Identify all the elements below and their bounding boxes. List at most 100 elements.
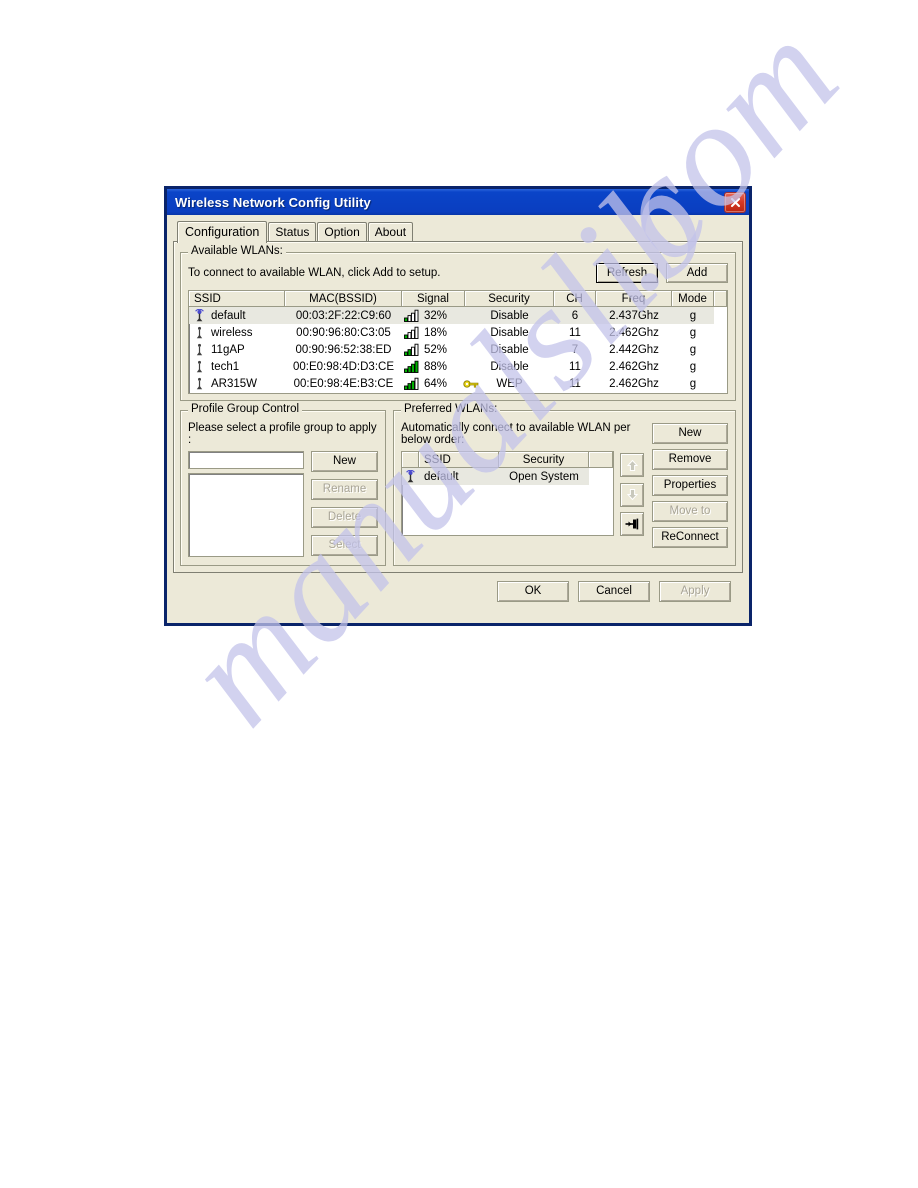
preferred-column-header-ssid[interactable]: SSID [419, 452, 499, 468]
preferred-new-button[interactable]: New [652, 423, 728, 444]
cell-freq: 2.462Ghz [609, 377, 659, 390]
tab-option[interactable]: Option [317, 222, 367, 242]
available-wlans-hint: To connect to available WLAN, click Add … [188, 267, 441, 279]
available-wlans-title: Available WLANs: [188, 245, 286, 257]
table-row[interactable]: 11gAP 00:90:96:52:38:ED 52% Disable 7 2.442Gh… [189, 341, 727, 358]
column-header-spacer [714, 291, 727, 307]
profile-group-hint: Please select a profile group to apply : [188, 422, 377, 446]
profile-group-control-title: Profile Group Control [188, 403, 303, 415]
cell-signal: 18% [402, 324, 465, 341]
ok-button[interactable]: OK [497, 581, 569, 602]
cell-security: Disable [465, 341, 554, 358]
close-icon[interactable] [724, 191, 746, 213]
tab-about[interactable]: About [367, 222, 414, 242]
signal-percent-label: 32% [424, 309, 448, 322]
apply-button[interactable]: Apply [659, 581, 731, 602]
preferred-wlans-table[interactable]: SSID Security default Open System [401, 451, 614, 536]
tab-strip: Configuration Status Option About [173, 221, 743, 243]
cell-ssid: tech1 [189, 358, 285, 375]
table-row[interactable]: default 00:03:2F:22:C9:60 32% Disable 6 2.437… [189, 307, 727, 324]
profile-group-input[interactable] [188, 451, 304, 469]
preferred-remove-button[interactable]: Remove [652, 449, 728, 470]
cancel-button[interactable]: Cancel [578, 581, 650, 602]
preferred-column-header-security[interactable]: Security [499, 452, 589, 468]
column-header-freq[interactable]: Freq [596, 291, 672, 307]
cell-mac: 00:90:96:80:C3:05 [296, 326, 391, 339]
profile-delete-button[interactable]: Delete [311, 507, 378, 528]
window-title: Wireless Network Config Utility [175, 194, 371, 210]
wireless-config-dialog: Wireless Network Config Utility Configur… [164, 186, 752, 626]
dialog-footer: OK Cancel Apply [173, 573, 743, 602]
profile-group-control-group: Profile Group Control Please select a pr… [180, 403, 386, 566]
tab-configuration[interactable]: Configuration [177, 221, 268, 243]
cell-signal: 32% [402, 307, 465, 324]
cell-channel: 11 [569, 377, 581, 390]
add-button[interactable]: Add [666, 263, 728, 283]
cell-mode: g [689, 326, 697, 339]
signal-strength-icon [404, 326, 419, 339]
cell-freq: 2.462Ghz [609, 360, 659, 373]
dialog-client-area: Configuration Status Option About Availa… [167, 215, 749, 608]
connect-pin-button[interactable] [620, 512, 644, 536]
profile-new-button[interactable]: New [311, 451, 378, 472]
cell-icon [402, 468, 419, 485]
column-header-mode[interactable]: Mode [672, 291, 714, 307]
preferred-moveto-button[interactable]: Move to [652, 501, 728, 522]
cell-mac: 00:90:96:52:38:ED [295, 343, 392, 356]
cell-mode: g [689, 360, 697, 373]
column-header-security[interactable]: Security [465, 291, 554, 307]
security-label: Disable [490, 326, 529, 339]
cell-freq: 2.462Ghz [609, 326, 659, 339]
table-row[interactable]: tech1 00:E0:98:4D:D3:CE 88% Disable 11 2.462G… [189, 358, 727, 375]
title-bar: Wireless Network Config Utility [167, 189, 749, 215]
preferred-column-header-extra[interactable] [589, 452, 613, 468]
profile-rename-button[interactable]: Rename [311, 479, 378, 500]
preferred-properties-button[interactable]: Properties [652, 475, 728, 496]
security-label: Disable [490, 309, 529, 322]
ssid-label: wireless [211, 326, 253, 339]
key-icon [463, 378, 479, 390]
cell-signal: 88% [402, 358, 465, 375]
column-header-ch[interactable]: CH [554, 291, 596, 307]
signal-percent-label: 64% [424, 377, 448, 390]
ap-connected-icon [193, 309, 206, 322]
table-row[interactable]: wireless 00:90:96:80:C3:05 18% Disable 11 2.4… [189, 324, 727, 341]
column-header-mac[interactable]: MAC(BSSID) [285, 291, 402, 307]
station-icon [193, 326, 206, 339]
station-icon [193, 343, 206, 356]
signal-strength-icon [404, 377, 419, 390]
column-header-signal[interactable]: Signal [402, 291, 465, 307]
cell-mac: 00:03:2F:22:C9:60 [285, 307, 402, 324]
cell-channel: 6 [554, 307, 596, 324]
ssid-label: 11gAP [211, 343, 245, 356]
profile-select-button[interactable]: Select [311, 535, 378, 556]
security-label: Disable [490, 343, 529, 356]
cell-signal: 52% [402, 341, 465, 358]
preferred-wlans-hint: Automatically connect to available WLAN … [401, 422, 631, 446]
cell-mode: g [672, 307, 714, 324]
preferred-reconnect-button[interactable]: ReConnect [652, 527, 728, 548]
security-label: Disable [490, 360, 529, 373]
move-up-button[interactable] [620, 453, 644, 477]
ap-connected-icon [405, 470, 416, 483]
list-item[interactable]: default Open System [402, 468, 613, 485]
preferred-wlans-rows: default Open System [402, 468, 613, 485]
signal-strength-icon [404, 309, 419, 322]
preferred-wlans-group: Preferred WLANs: Automatically connect t… [393, 403, 736, 566]
preferred-wlans-title: Preferred WLANs: [401, 403, 501, 415]
cell-security: Disable [465, 307, 554, 324]
profile-group-list[interactable] [188, 473, 304, 557]
cell-security: Disable [465, 358, 554, 375]
cell-channel: 7 [571, 343, 579, 356]
tab-status[interactable]: Status [268, 222, 317, 242]
preferred-column-header-icon[interactable] [402, 452, 419, 468]
column-header-ssid[interactable]: SSID [189, 291, 285, 307]
cell-freq: 2.442Ghz [609, 343, 659, 356]
signal-percent-label: 88% [424, 360, 448, 373]
table-row[interactable]: AR315W 00:E0:98:4E:B3:CE 64% WEP 11 2.462Ghz g [189, 375, 727, 392]
cell-mac: 00:E0:98:4D:D3:CE [292, 360, 394, 373]
move-down-button[interactable] [620, 482, 644, 507]
refresh-button[interactable]: Refresh [596, 263, 658, 283]
available-wlans-table[interactable]: SSID MAC(BSSID) Signal Security CH Freq … [188, 290, 728, 394]
cell-ssid: 11gAP [189, 341, 285, 358]
